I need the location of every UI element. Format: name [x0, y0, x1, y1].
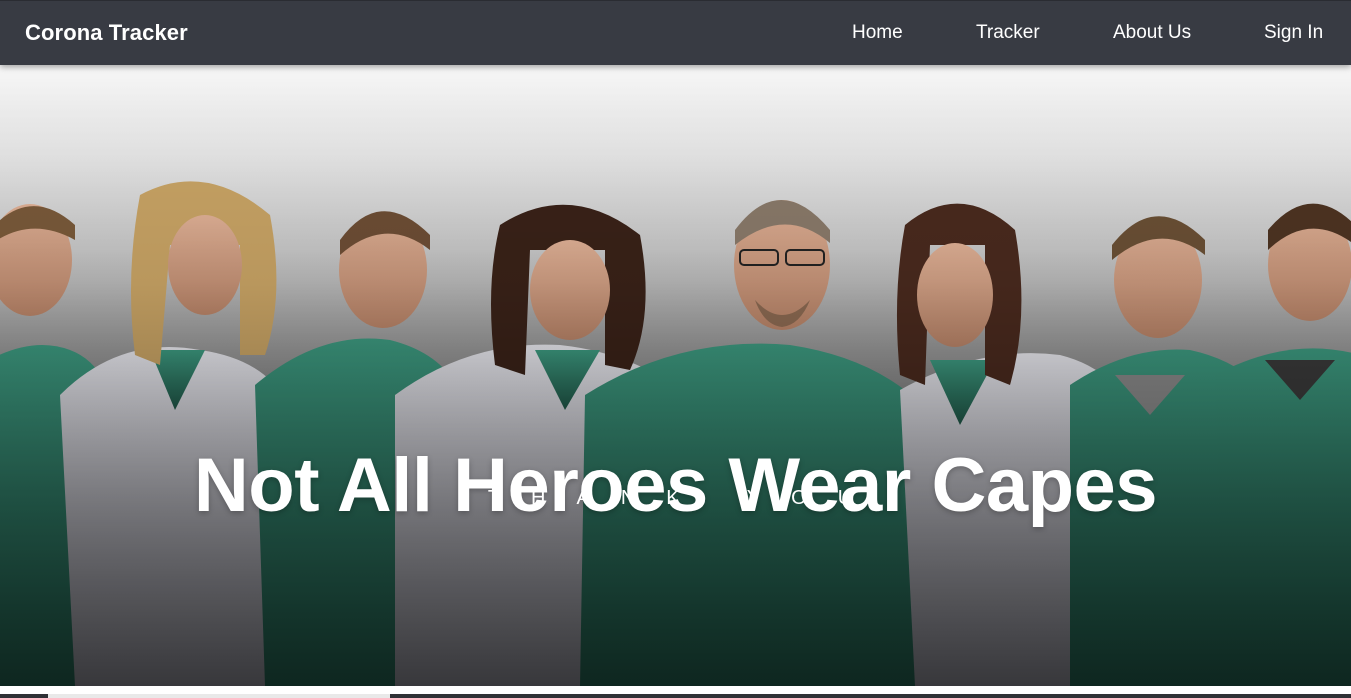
hero-overlay [0, 65, 1351, 686]
top-navbar: Corona Tracker Home Tracker About Us Sig… [0, 0, 1351, 65]
hero-subtitle: THANK YOU [487, 487, 884, 509]
nav-link-sign-in[interactable]: Sign In [1264, 22, 1323, 44]
divider [390, 694, 1351, 698]
nav-link-home[interactable]: Home [852, 22, 903, 44]
hero-banner: Not All Heroes Wear Capes THANK YOU [0, 65, 1351, 686]
brand-logo-text[interactable]: Corona Tracker [25, 20, 188, 46]
divider [48, 694, 390, 698]
hero-title: Not All Heroes Wear Capes [193, 442, 1158, 528]
bottom-strip [0, 686, 1351, 698]
nav-link-about-us[interactable]: About Us [1113, 22, 1191, 44]
nav-link-tracker[interactable]: Tracker [976, 22, 1040, 44]
divider [0, 694, 48, 698]
